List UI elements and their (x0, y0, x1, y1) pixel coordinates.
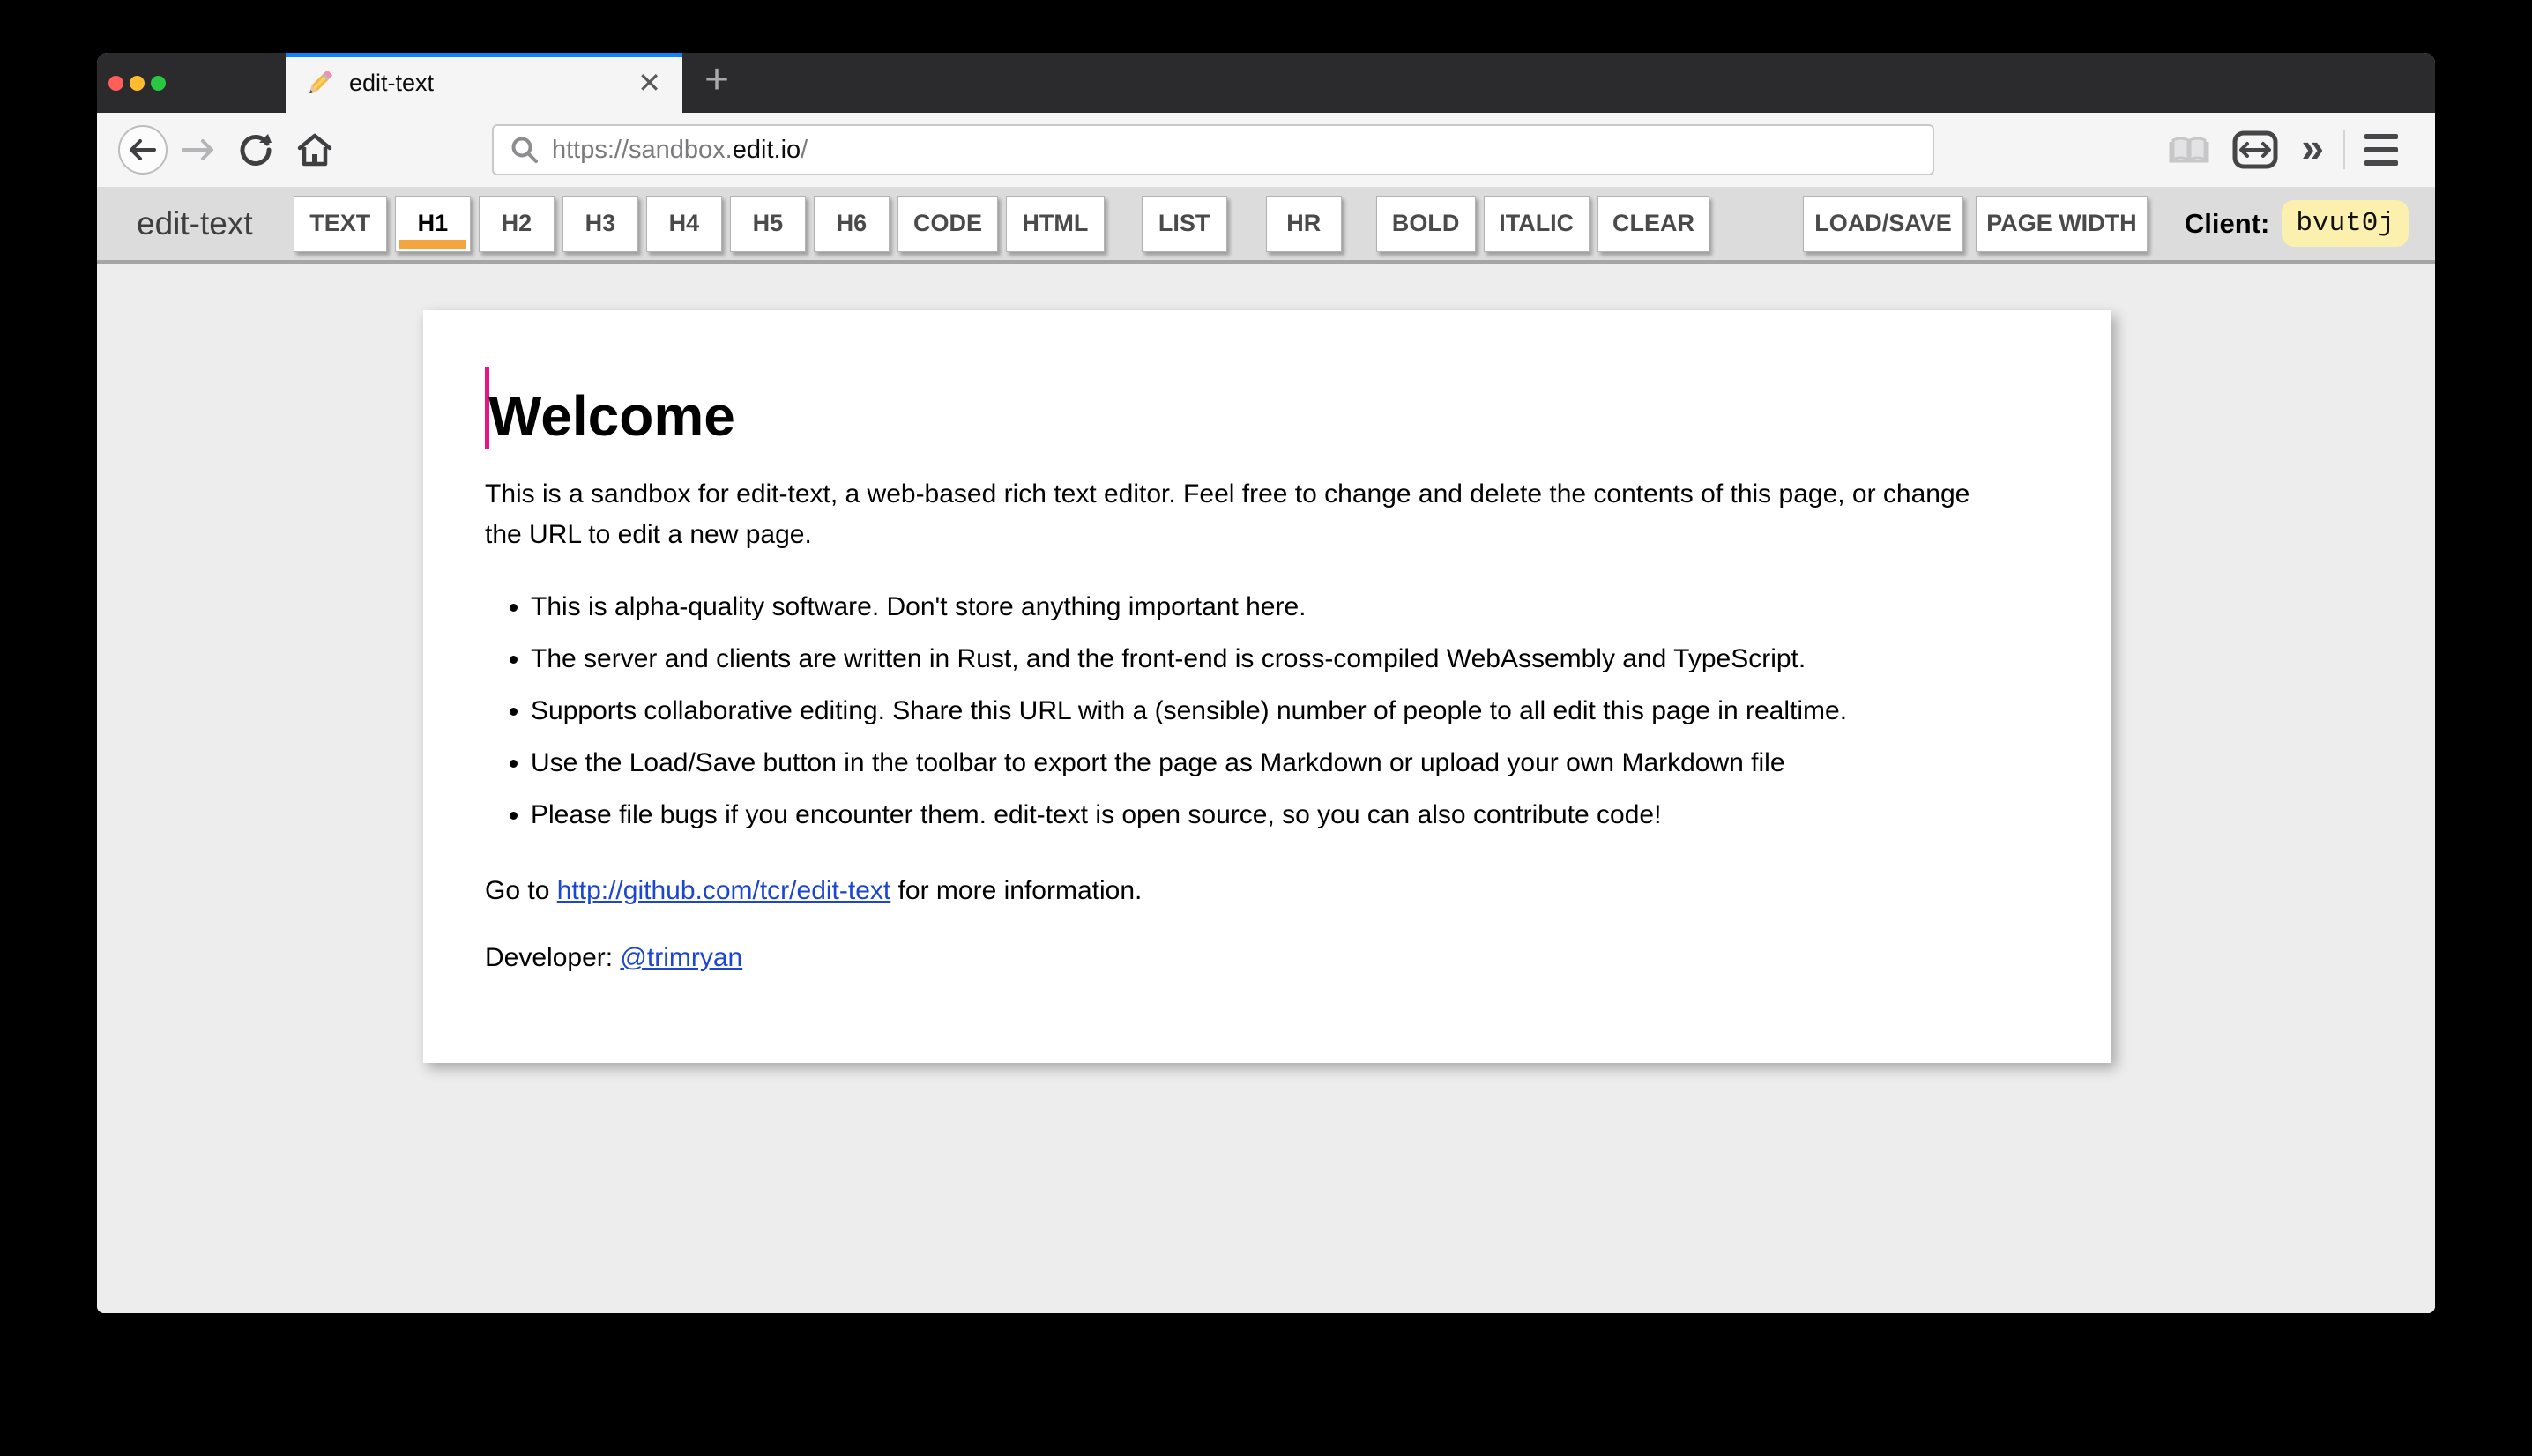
traffic-lights (97, 53, 166, 113)
plus-icon: + (704, 56, 730, 103)
editor-toolbar: edit-text TEXT H1 H2 H3 H4 H5 H6 CODE HT… (97, 187, 2435, 264)
list-item: This is alpha-quality software. Don't st… (531, 587, 2050, 628)
toolbar-button-list[interactable]: LIST (1141, 195, 1227, 252)
intro-paragraph: This is a sandbox for edit-text, a web-b… (485, 479, 1970, 549)
github-paragraph: Go to http://github.com/tcr/edit-text fo… (485, 876, 1143, 905)
browser-window: edit-text ✕ + https://sandbox.edit.io/ »… (97, 53, 2435, 1313)
pencil-favicon-icon (309, 70, 332, 94)
github-link[interactable]: http://github.com/tcr/edit-text (557, 876, 891, 905)
app-brand: edit-text (137, 204, 253, 241)
toolbar-button-h6[interactable]: H6 (813, 195, 890, 252)
navigation-toolbar: https://sandbox.edit.io/ » (97, 113, 2435, 187)
toolbar-button-clear[interactable]: CLEAR (1597, 195, 1710, 252)
overflow-menu-button[interactable]: » (2301, 127, 2324, 173)
toolbar-button-html[interactable]: HTML (1006, 195, 1105, 252)
tab-bar: edit-text ✕ + (97, 53, 2435, 113)
double-chevron-icon: » (2301, 124, 2324, 170)
client-info: Client: bvut0j (2185, 200, 2409, 247)
toolbar-button-load-save[interactable]: LOAD/SAVE (1803, 195, 1963, 252)
home-button[interactable] (296, 132, 333, 167)
toolbar-button-h5[interactable]: H5 (729, 195, 806, 252)
window-minimize-button[interactable] (130, 75, 145, 91)
new-tab-button[interactable]: + (682, 53, 751, 113)
library-button[interactable] (2169, 133, 2209, 167)
list-item: Supports collaborative editing. Share th… (531, 691, 2050, 732)
client-label: Client: (2184, 207, 2270, 239)
toolbar-button-bold[interactable]: BOLD (1375, 195, 1476, 252)
active-tab-indicator (286, 53, 682, 57)
window-close-button[interactable] (108, 75, 123, 91)
toolbar-button-h3[interactable]: H3 (562, 195, 638, 252)
toolbar-button-code[interactable]: CODE (897, 195, 999, 252)
toolbar-button-page-width[interactable]: PAGE WIDTH (1975, 195, 2148, 252)
extension-button[interactable] (2232, 130, 2278, 169)
list-item: Please file bugs if you encounter them. … (531, 795, 2050, 836)
forward-arrow-icon (182, 139, 213, 160)
forward-button[interactable] (180, 135, 215, 165)
navbar-right-cluster: » (2169, 127, 2414, 173)
back-arrow-icon (130, 139, 156, 160)
toolbar-button-h4[interactable]: H4 (645, 195, 722, 252)
toolbar-button-hr[interactable]: HR (1265, 195, 1342, 252)
back-button[interactable] (118, 125, 168, 175)
tab-title: edit-text (349, 69, 435, 96)
menu-button[interactable] (2364, 134, 2414, 166)
list-item: Use the Load/Save button in the toolbar … (531, 743, 2050, 784)
developer-paragraph: Developer: @trimryan (485, 943, 743, 972)
toolbar-separator (2343, 130, 2345, 169)
toolbar-button-h1[interactable]: H1 (394, 195, 471, 252)
developer-link[interactable]: @trimryan (620, 943, 742, 972)
search-icon (511, 137, 538, 163)
document-editor-page[interactable]: Welcome This is a sandbox for edit-text,… (423, 310, 2111, 1063)
url-text: https://sandbox.edit.io/ (552, 135, 808, 164)
list-item: The server and clients are written in Ru… (531, 639, 2050, 680)
library-book-icon (2169, 137, 2209, 163)
toolbar-button-h2[interactable]: H2 (478, 195, 555, 252)
tab-close-icon[interactable]: ✕ (634, 69, 665, 97)
editor-viewport: Welcome This is a sandbox for edit-text,… (97, 264, 2435, 1313)
reload-icon (240, 134, 272, 166)
window-zoom-button[interactable] (151, 75, 166, 91)
reload-button[interactable] (238, 132, 273, 167)
document-heading: Welcome (485, 367, 2050, 449)
home-icon (297, 133, 332, 167)
browser-tab[interactable]: edit-text ✕ (286, 53, 682, 113)
toolbar-button-italic[interactable]: ITALIC (1483, 195, 1590, 252)
hamburger-icon (2364, 134, 2398, 139)
address-bar[interactable]: https://sandbox.edit.io/ (492, 124, 1934, 175)
toolbar-button-text[interactable]: TEXT (293, 195, 387, 252)
fit-width-arrows-icon (2232, 130, 2278, 169)
document-bullet-list: This is alpha-quality software. Don't st… (485, 587, 2050, 836)
client-id-badge: bvut0j (2282, 200, 2409, 247)
